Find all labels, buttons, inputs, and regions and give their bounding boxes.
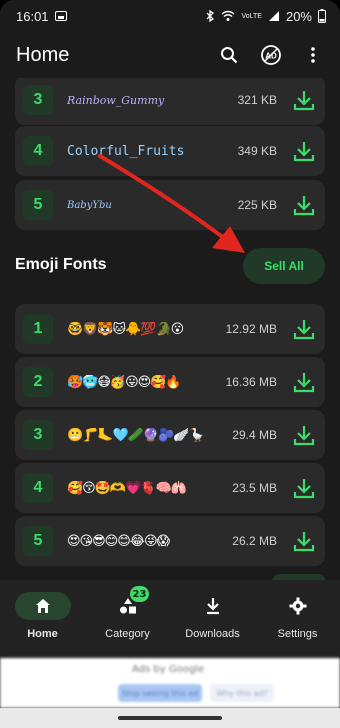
font-preview: Colorful_Fruits bbox=[67, 143, 185, 159]
download-button[interactable] bbox=[293, 140, 315, 162]
more-vert-icon bbox=[311, 47, 315, 63]
remove-ads-button[interactable]: AD bbox=[260, 44, 282, 66]
home-content[interactable]: 3 Rainbow_Gummy 321 KB 4 Colorful_Fruits… bbox=[0, 78, 340, 580]
gear-icon bbox=[289, 597, 306, 615]
download-icon bbox=[293, 91, 315, 111]
status-time: 16:01 bbox=[16, 8, 49, 24]
row-number: 5 bbox=[23, 526, 53, 556]
ad-title: Ads by Google bbox=[132, 664, 205, 675]
nav-home[interactable]: Home bbox=[0, 580, 85, 658]
more-options-button[interactable] bbox=[302, 44, 324, 66]
ad-banner[interactable]: Ads by Google Stop seeing this ad Why th… bbox=[0, 658, 340, 708]
nav-label: Settings bbox=[277, 628, 318, 640]
emoji-row-3[interactable]: 3 😬🦵🦶🩵🥒🔮🫐🪽🪿 29.4 MB bbox=[15, 410, 325, 460]
emoji-preview: 😍😘😎😊😊😂😜😱 bbox=[67, 533, 170, 549]
emoji-row-1[interactable]: 1 🤓🦁🐯🐱🐥💯🐊😮 12.92 MB bbox=[15, 304, 325, 354]
download-button[interactable] bbox=[293, 530, 315, 552]
downloads-icon bbox=[206, 598, 219, 615]
download-icon bbox=[293, 532, 315, 552]
font-row-5[interactable]: 5 BabyYbu 225 KB bbox=[15, 180, 325, 230]
emoji-preview: 😬🦵🦶🩵🥒🔮🫐🪽🪿 bbox=[67, 427, 205, 443]
category-count-badge: 23 bbox=[129, 586, 150, 602]
font-preview: Rainbow_Gummy bbox=[67, 93, 165, 107]
nav-category[interactable]: 23 Category bbox=[85, 580, 170, 658]
download-icon bbox=[293, 426, 315, 446]
emoji-row-2[interactable]: 2 🥵🥶😷🥳😛😍🥰🔥 16.36 MB bbox=[15, 357, 325, 407]
download-button[interactable] bbox=[293, 194, 315, 216]
emoji-preview: 🥵🥶😷🥳😛😍🥰🔥 bbox=[67, 374, 182, 390]
emoji-preview: 🥰😚🤩🫶💗🫀🧠🫁 bbox=[67, 480, 187, 496]
nav-label: Downloads bbox=[185, 628, 240, 640]
search-icon bbox=[221, 47, 238, 64]
battery-percent: 20% bbox=[285, 8, 312, 24]
download-icon bbox=[293, 142, 315, 162]
font-row-4[interactable]: 4 Colorful_Fruits 349 KB bbox=[15, 126, 325, 176]
app-bar: Home AD bbox=[0, 32, 340, 78]
home-gesture-handle[interactable] bbox=[118, 716, 222, 720]
font-size-label: 29.4 MB bbox=[232, 428, 277, 442]
emoji-row-5[interactable]: 5 😍😘😎😊😊😂😜😱 26.2 MB bbox=[15, 516, 325, 566]
search-button[interactable] bbox=[218, 44, 240, 66]
download-icon bbox=[293, 373, 315, 393]
row-number: 4 bbox=[23, 136, 53, 166]
lte-icon: VoLTE bbox=[241, 12, 262, 20]
download-icon bbox=[293, 320, 315, 340]
font-size-label: 349 KB bbox=[237, 144, 277, 158]
nav-settings[interactable]: Settings bbox=[255, 580, 340, 658]
bottom-navigation: Home 23 Category Downloads Settings bbox=[0, 580, 340, 658]
page-title: Home bbox=[16, 43, 70, 66]
nav-label: Home bbox=[27, 628, 58, 640]
download-button[interactable] bbox=[293, 318, 315, 340]
signal-icon bbox=[268, 11, 279, 21]
row-number: 3 bbox=[23, 420, 53, 450]
emoji-row-4[interactable]: 4 🥰😚🤩🫶💗🫀🧠🫁 23.5 MB bbox=[15, 463, 325, 513]
gallery-notification-icon bbox=[54, 11, 67, 21]
row-number: 2 bbox=[23, 367, 53, 397]
battery-icon bbox=[318, 9, 326, 23]
no-ads-icon: AD bbox=[261, 45, 281, 65]
row-number: 1 bbox=[23, 314, 53, 344]
font-size-label: 23.5 MB bbox=[232, 481, 277, 495]
font-size-label: 225 KB bbox=[237, 198, 277, 212]
download-icon bbox=[293, 479, 315, 499]
gesture-bar bbox=[0, 708, 340, 728]
wifi-icon bbox=[222, 10, 235, 21]
download-button[interactable] bbox=[293, 424, 315, 446]
why-ad-button[interactable]: Why this ad? bbox=[210, 684, 274, 702]
row-number: 3 bbox=[23, 85, 53, 115]
nav-downloads[interactable]: Downloads bbox=[170, 580, 255, 658]
bluetooth-icon bbox=[207, 10, 215, 22]
status-bar: 16:01 VoLTE 20% bbox=[0, 0, 340, 32]
section-title-emoji-fonts: Emoji Fonts bbox=[15, 256, 107, 273]
emoji-preview: 🤓🦁🐯🐱🐥💯🐊😮 bbox=[67, 321, 184, 337]
phone-screen: 16:01 VoLTE 20% Home AD 3 bbox=[0, 0, 340, 728]
row-number: 4 bbox=[23, 473, 53, 503]
row-number: 5 bbox=[23, 190, 53, 220]
font-size-label: 16.36 MB bbox=[225, 375, 277, 389]
stop-ad-button[interactable]: Stop seeing this ad bbox=[118, 684, 202, 702]
download-button[interactable] bbox=[293, 371, 315, 393]
download-button[interactable] bbox=[293, 477, 315, 499]
home-icon bbox=[35, 599, 50, 613]
font-preview: BabyYbu bbox=[67, 199, 112, 211]
font-size-label: 12.92 MB bbox=[225, 322, 277, 336]
font-row-3[interactable]: 3 Rainbow_Gummy 321 KB bbox=[15, 78, 325, 125]
download-button[interactable] bbox=[293, 89, 315, 111]
nav-label: Category bbox=[105, 628, 150, 640]
download-icon bbox=[293, 196, 315, 216]
font-size-label: 26.2 MB bbox=[232, 534, 277, 548]
font-size-label: 321 KB bbox=[237, 93, 277, 107]
see-all-button[interactable]: Sell All bbox=[243, 248, 325, 284]
